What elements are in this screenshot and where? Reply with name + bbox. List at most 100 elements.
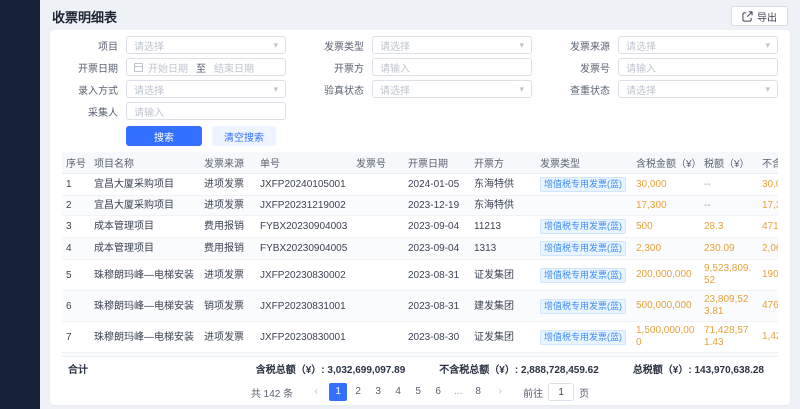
- chevron-down-icon: ▾: [519, 85, 524, 94]
- data-table: 序号项目名称发票来源单号发票号开票日期开票方发票类型含税金额（¥）税额（¥）不含…: [62, 152, 778, 356]
- invoice-type-tag: 增值税专用发票(蓝): [540, 177, 626, 192]
- pagination: 共 142 条 ‹ 123456...8 › 前往 页: [62, 380, 778, 405]
- table-cell: 9,523,809.52: [700, 260, 758, 291]
- table-row[interactable]: 1宜昌大厦采购项目进项发票JXFP202401050012024-01-05东海…: [62, 174, 778, 196]
- search-button[interactable]: 搜索: [126, 126, 202, 146]
- table-cell: [536, 196, 632, 216]
- table-cell: 进项发票: [200, 196, 256, 216]
- table-cell: 增值税专用发票(蓝): [536, 291, 632, 322]
- table-cell: 500,000,000: [632, 291, 700, 322]
- table-row[interactable]: 2宜昌大厦采购项目进项发票JXFP202312190022023-12-19东海…: [62, 196, 778, 216]
- issuer-placeholder: 请输入: [380, 60, 410, 75]
- chevron-down-icon: ▾: [519, 41, 524, 50]
- table-cell: 2023-09-04: [404, 216, 470, 238]
- column-header: 序号: [62, 152, 90, 174]
- table-cell: 17,300: [758, 196, 778, 216]
- jump-label-prefix: 前往: [523, 385, 543, 400]
- table-row[interactable]: 3成本管理项目费用报销FYBX202309040032023-09-041121…: [62, 216, 778, 238]
- table-cell: 471.7: [758, 216, 778, 238]
- entry-method-select[interactable]: 请选择▾: [126, 80, 286, 98]
- table-cell: 30,000: [758, 174, 778, 196]
- page-button-6[interactable]: 6: [429, 383, 447, 401]
- dedup-status-select[interactable]: 请选择▾: [618, 80, 778, 98]
- table-cell: FYBX20230904005: [256, 238, 352, 260]
- total-item: 含税总额（¥）: 3,032,699,097.89: [256, 361, 406, 376]
- pagination-next-icon[interactable]: ›: [491, 383, 509, 401]
- table-row[interactable]: 5珠穆朗玛峰—电梯安装进项发票JXFP202308300022023-08-31…: [62, 260, 778, 291]
- filter-label-dedup-status: 查重状态: [554, 82, 610, 97]
- table-cell: 11213: [470, 216, 536, 238]
- table-cell: 2: [62, 196, 90, 216]
- filter-field-collector: 采集人请输入: [62, 102, 286, 120]
- total-value: 2,888,728,459.62: [521, 365, 599, 376]
- page-button-1[interactable]: 1: [329, 383, 347, 401]
- filter-label-invoice-no: 发票号: [554, 60, 610, 75]
- page-button-3[interactable]: 3: [369, 383, 387, 401]
- page-button-5[interactable]: 5: [409, 383, 427, 401]
- sidebar-nav[interactable]: [0, 0, 40, 409]
- table-cell: [352, 291, 404, 322]
- invoice-source-placeholder: 请选择: [626, 38, 656, 53]
- filter-field-invoice-source: 发票来源请选择▾: [554, 36, 778, 54]
- end-date-placeholder: 结束日期: [214, 60, 254, 75]
- invoice-type-tag: 增值税专用发票(蓝): [540, 268, 626, 283]
- table-cell: JXFP20231219002: [256, 196, 352, 216]
- jump-label-suffix: 页: [579, 385, 589, 400]
- page-jump-input[interactable]: [548, 383, 574, 401]
- table-row[interactable]: 6珠穆朗玛峰—电梯安装销项发票JXFP202308310012023-08-31…: [62, 291, 778, 322]
- clear-search-button[interactable]: 清空搜索: [212, 126, 276, 146]
- project-select[interactable]: 请选择▾: [126, 36, 286, 54]
- pagination-pages: 123456...8: [329, 383, 487, 401]
- total-item: 不含税总额（¥）: 2,888,728,459.62: [439, 361, 599, 376]
- table-cell: 增值税专用发票(蓝): [536, 216, 632, 238]
- table-cell: 珠穆朗玛峰—电梯安装: [90, 291, 200, 322]
- pagination-total: 共 142 条: [251, 385, 293, 400]
- table-cell: 珠穆朗玛峰—电梯安装: [90, 260, 200, 291]
- issuer-input[interactable]: 请输入: [372, 58, 532, 76]
- totals-label: 合计: [68, 361, 88, 376]
- invoice-type-tag: 增值税专用发票(蓝): [540, 299, 626, 314]
- page-button-4[interactable]: 4: [389, 383, 407, 401]
- table-cell: 2,069.91: [758, 238, 778, 260]
- table-cell: 6: [62, 291, 90, 322]
- main-content: 收票明细表 导出 项目请选择▾发票类型请选择▾发票来源请选择▾开票日期开始日期至…: [40, 0, 800, 409]
- table-cell: [352, 260, 404, 291]
- table-cell: 进项发票: [200, 260, 256, 291]
- chevron-down-icon: ▾: [273, 41, 278, 50]
- invoice-source-select[interactable]: 请选择▾: [618, 36, 778, 54]
- filter-field-entry-method: 录入方式请选择▾: [62, 80, 286, 98]
- start-date-placeholder: 开始日期: [148, 60, 188, 75]
- table-cell: 2023-08-30: [404, 322, 470, 353]
- invoice-type-tag: 增值税专用发票(蓝): [540, 219, 626, 234]
- table-cell: 28.3: [700, 216, 758, 238]
- table-body: 1宜昌大厦采购项目进项发票JXFP202401050012024-01-05东海…: [62, 174, 778, 357]
- total-item: 总税额（¥）: 143,970,638.28: [633, 361, 764, 376]
- content-card: 项目请选择▾发票类型请选择▾发票来源请选择▾开票日期开始日期至结束日期开票方请输…: [50, 30, 790, 405]
- table-cell: 1313: [470, 238, 536, 260]
- invoice-type-select[interactable]: 请选择▾: [372, 36, 532, 54]
- table-row[interactable]: 4成本管理项目费用报销FYBX202309040052023-09-041313…: [62, 238, 778, 260]
- table-cell: 2023-08-31: [404, 291, 470, 322]
- table-row[interactable]: 7珠穆朗玛峰—电梯安装进项发票JXFP202308300012023-08-30…: [62, 322, 778, 353]
- table-cell: 500: [632, 216, 700, 238]
- table-cell: 17,300: [632, 196, 700, 216]
- page-button-2[interactable]: 2: [349, 383, 367, 401]
- verify-status-select[interactable]: 请选择▾: [372, 80, 532, 98]
- export-icon: [742, 11, 753, 22]
- table-cell: 珠穆朗玛峰—电梯安装: [90, 322, 200, 353]
- export-button[interactable]: 导出: [731, 6, 788, 26]
- filter-label-verify-status: 验真状态: [308, 82, 364, 97]
- table-cell: 增值税专用发票(蓝): [536, 260, 632, 291]
- invoice-no-input[interactable]: 请输入: [618, 58, 778, 76]
- topbar: 收票明细表 导出: [40, 0, 800, 30]
- table-cell: 建发集团: [470, 291, 536, 322]
- pagination-prev-icon[interactable]: ‹: [307, 383, 325, 401]
- table-header-row: 序号项目名称发票来源单号发票号开票日期开票方发票类型含税金额（¥）税额（¥）不含…: [62, 152, 778, 174]
- table-cell: 23,809,523.81: [700, 291, 758, 322]
- filter-grid: 项目请选择▾发票类型请选择▾发票来源请选择▾开票日期开始日期至结束日期开票方请输…: [62, 36, 778, 120]
- column-header: 开票日期: [404, 152, 470, 174]
- table-cell: 证发集团: [470, 322, 536, 353]
- collector-input[interactable]: 请输入: [126, 102, 286, 120]
- invoice-date-daterange[interactable]: 开始日期至结束日期: [126, 58, 286, 76]
- page-button-8[interactable]: 8: [469, 383, 487, 401]
